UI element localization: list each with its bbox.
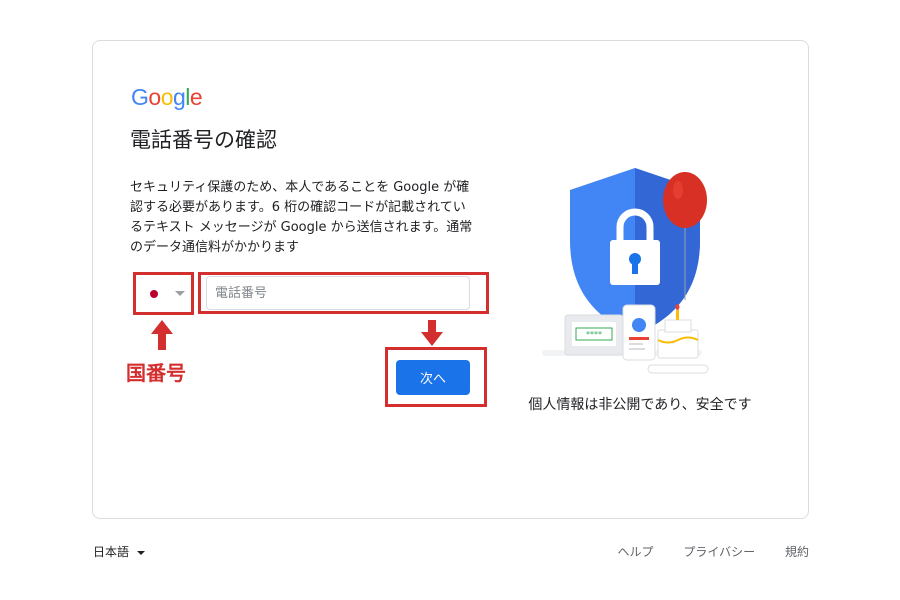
logo-letter: o xyxy=(160,84,174,110)
page-title: 電話番号の確認 xyxy=(130,128,277,152)
language-selector[interactable]: 日本語 xyxy=(93,543,146,560)
privacy-caption: 個人情報は非公開であり、安全です xyxy=(528,397,752,413)
privacy-link[interactable]: プライバシー xyxy=(683,545,755,559)
google-logo: Google xyxy=(131,84,203,111)
country-highlight-box xyxy=(133,272,194,315)
logo-letter: g xyxy=(172,84,186,110)
country-code-annotation: 国番号 xyxy=(126,361,186,385)
caret-down-icon xyxy=(137,550,146,555)
logo-letter: G xyxy=(131,84,149,110)
arrow-up-icon xyxy=(151,320,173,350)
logo-letter: e xyxy=(189,84,203,110)
arrow-down-icon xyxy=(421,320,443,346)
description-text: セキュリティ保護のため、本人であることを Google が確認する必要があります… xyxy=(130,180,473,255)
next-button[interactable]: 次へ xyxy=(396,360,470,395)
phone-highlight-box xyxy=(198,272,489,314)
security-illustration: **** xyxy=(542,168,709,374)
logo-letter: o xyxy=(148,84,161,110)
terms-link[interactable]: 規約 xyxy=(785,545,809,559)
help-link[interactable]: ヘルプ xyxy=(618,545,654,559)
password-mask-text: **** xyxy=(586,330,602,339)
footer-links: ヘルプ プライバシー 規約 xyxy=(592,543,809,560)
language-label: 日本語 xyxy=(93,545,130,559)
